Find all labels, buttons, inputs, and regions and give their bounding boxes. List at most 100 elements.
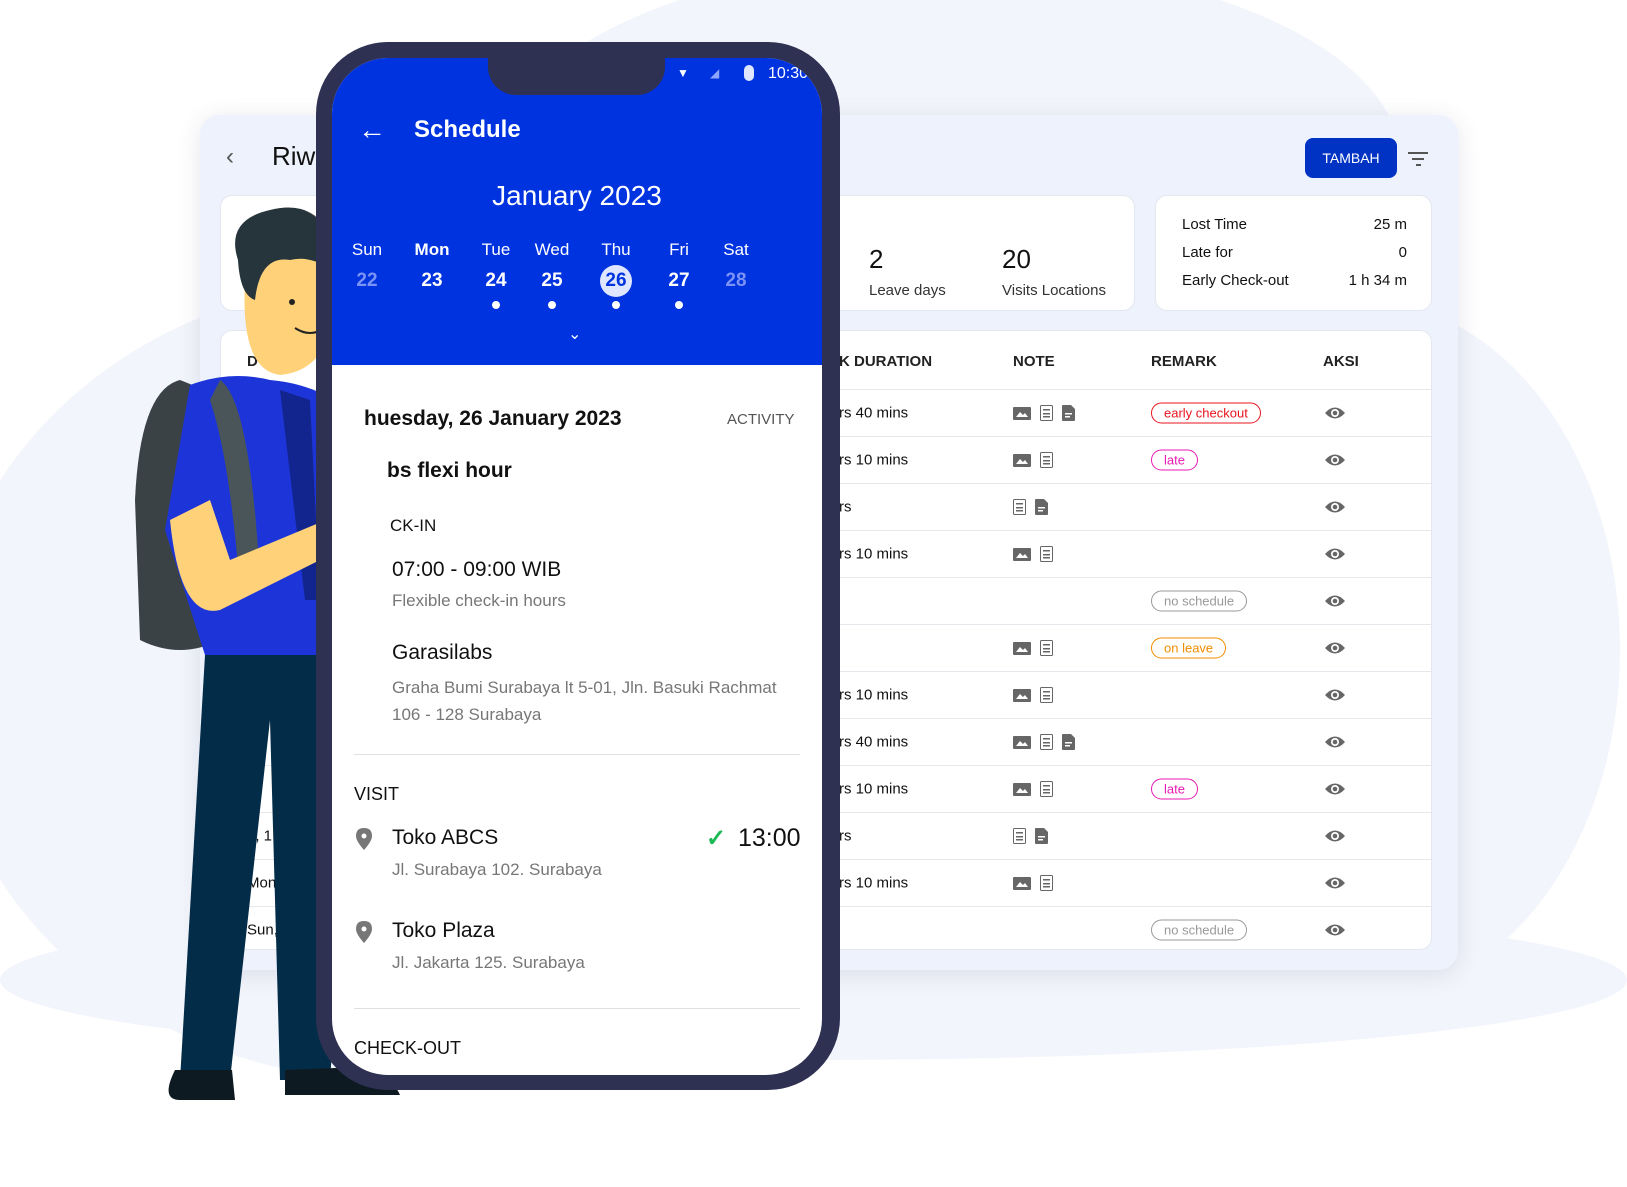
eye-icon[interactable]: [1324, 923, 1346, 937]
header-duration: K DURATION: [839, 353, 933, 370]
visit-time: 13:00: [738, 824, 801, 852]
duration-cell: rs 10 mins: [839, 451, 909, 469]
note-cell: [1013, 828, 1057, 844]
document-icon[interactable]: [1040, 640, 1053, 656]
day-number[interactable]: 22: [342, 270, 392, 292]
weekday-label: Wed: [534, 240, 570, 259]
document-icon[interactable]: [1013, 499, 1026, 515]
document-icon[interactable]: [1040, 546, 1053, 562]
summary-label: Lost Time: [1182, 216, 1248, 233]
stats-card: 2 Leave days 20 Visits Locations: [820, 195, 1135, 311]
file-icon[interactable]: [1062, 734, 1075, 750]
image-icon[interactable]: [1013, 547, 1031, 561]
day-number[interactable]: 28: [711, 270, 761, 292]
weekday-label: Mon: [414, 240, 450, 259]
leave-days-value: 2: [869, 244, 884, 274]
weekday-label: Sat: [723, 240, 749, 259]
remark-badge: no schedule: [1151, 919, 1248, 941]
office-address: Graha Bumi Surabaya lt 5-01, Jln. Basuki…: [392, 678, 777, 724]
activity-link[interactable]: ACTIVITY: [727, 411, 795, 428]
header-remark: REMARK: [1151, 353, 1217, 370]
image-icon[interactable]: [1013, 782, 1031, 796]
filter-icon[interactable]: [1408, 151, 1430, 167]
eye-icon[interactable]: [1324, 406, 1346, 420]
summary-row: Lost Time 25 m: [1182, 216, 1407, 233]
note-cell: [1013, 452, 1062, 468]
day-number[interactable]: 24: [471, 270, 521, 292]
file-icon[interactable]: [1062, 405, 1075, 421]
note-cell: [1013, 499, 1057, 515]
eye-icon[interactable]: [1324, 547, 1346, 561]
signal-icon: ◢: [710, 66, 720, 80]
expand-chevron-icon[interactable]: ⌄: [568, 324, 581, 344]
location-pin-icon: [356, 921, 372, 943]
event-dot: [492, 301, 500, 309]
visit-address: Jl. Surabaya 102. Surabaya: [392, 860, 602, 879]
eye-icon[interactable]: [1324, 453, 1346, 467]
duration-cell: rs 10 mins: [839, 780, 909, 798]
eye-icon[interactable]: [1324, 782, 1346, 796]
summary-value: 0: [1398, 244, 1407, 261]
day-number[interactable]: 23: [407, 270, 457, 292]
visits-value: 20: [1002, 244, 1031, 274]
image-icon[interactable]: [1013, 876, 1031, 890]
image-icon[interactable]: [1013, 453, 1031, 467]
duration-cell: rs 10 mins: [839, 874, 909, 892]
eye-icon[interactable]: [1324, 641, 1346, 655]
add-button[interactable]: TAMBAH: [1305, 138, 1397, 178]
note-cell: [1013, 640, 1062, 656]
note-cell: [1013, 781, 1062, 797]
battery-icon: [744, 65, 754, 81]
document-icon[interactable]: [1040, 734, 1053, 750]
month-label: January 2023: [492, 180, 662, 211]
event-dot: [675, 301, 683, 309]
date-heading: huesday, 26 January 2023: [364, 407, 622, 430]
checkin-time: 07:00 - 09:00 WIB: [392, 558, 562, 581]
eye-icon[interactable]: [1324, 735, 1346, 749]
document-icon[interactable]: [1040, 687, 1053, 703]
document-icon[interactable]: [1040, 452, 1053, 468]
image-icon[interactable]: [1013, 735, 1031, 749]
document-icon[interactable]: [1040, 405, 1053, 421]
event-dot: [548, 301, 556, 309]
summary-value: 1 h 34 m: [1348, 272, 1407, 289]
checkout-label: CHECK-OUT: [354, 1038, 461, 1058]
document-icon[interactable]: [1040, 875, 1053, 891]
document-icon[interactable]: [1040, 781, 1053, 797]
remark-badge: no schedule: [1151, 590, 1248, 612]
eye-icon[interactable]: [1324, 500, 1346, 514]
day-number[interactable]: 27: [654, 270, 704, 292]
visit-name: Toko Plaza: [392, 919, 495, 942]
eye-icon[interactable]: [1324, 688, 1346, 702]
check-icon: ✓: [706, 825, 727, 852]
image-icon[interactable]: [1013, 688, 1031, 702]
eye-icon[interactable]: [1324, 594, 1346, 608]
day-number[interactable]: 25: [527, 270, 577, 292]
eye-icon[interactable]: [1324, 876, 1346, 890]
divider: [354, 754, 800, 755]
day-selected[interactable]: 26: [600, 265, 632, 297]
file-icon[interactable]: [1035, 828, 1048, 844]
remark-badge: late: [1151, 449, 1198, 471]
divider: [354, 1008, 800, 1009]
header-action: AKSI: [1323, 353, 1359, 370]
file-icon[interactable]: [1035, 499, 1048, 515]
document-icon[interactable]: [1013, 828, 1026, 844]
visit-name: Toko ABCS: [392, 826, 499, 849]
summary-value: 25 m: [1373, 216, 1407, 233]
phone-screen: ▼ ◢ 10:30 ← Schedule January 2023 Sun 22 M…: [332, 58, 822, 1075]
eye-icon[interactable]: [1324, 829, 1346, 843]
summary-row: Late for 0: [1182, 244, 1407, 261]
summary-label: Early Check-out: [1182, 272, 1289, 289]
image-icon[interactable]: [1013, 641, 1031, 655]
phone-notch: [488, 58, 665, 95]
event-dot: [612, 301, 620, 309]
image-icon[interactable]: [1013, 406, 1031, 420]
duration-cell: rs 40 mins: [839, 733, 909, 751]
visits-label: Visits Locations: [1002, 282, 1106, 299]
back-arrow-icon[interactable]: ←: [358, 114, 386, 146]
back-chevron-icon[interactable]: ‹: [226, 143, 234, 171]
visit-address: Jl. Jakarta 125. Surabaya: [392, 953, 585, 972]
header-note: NOTE: [1013, 353, 1055, 370]
weekday-label: Tue: [481, 240, 511, 259]
